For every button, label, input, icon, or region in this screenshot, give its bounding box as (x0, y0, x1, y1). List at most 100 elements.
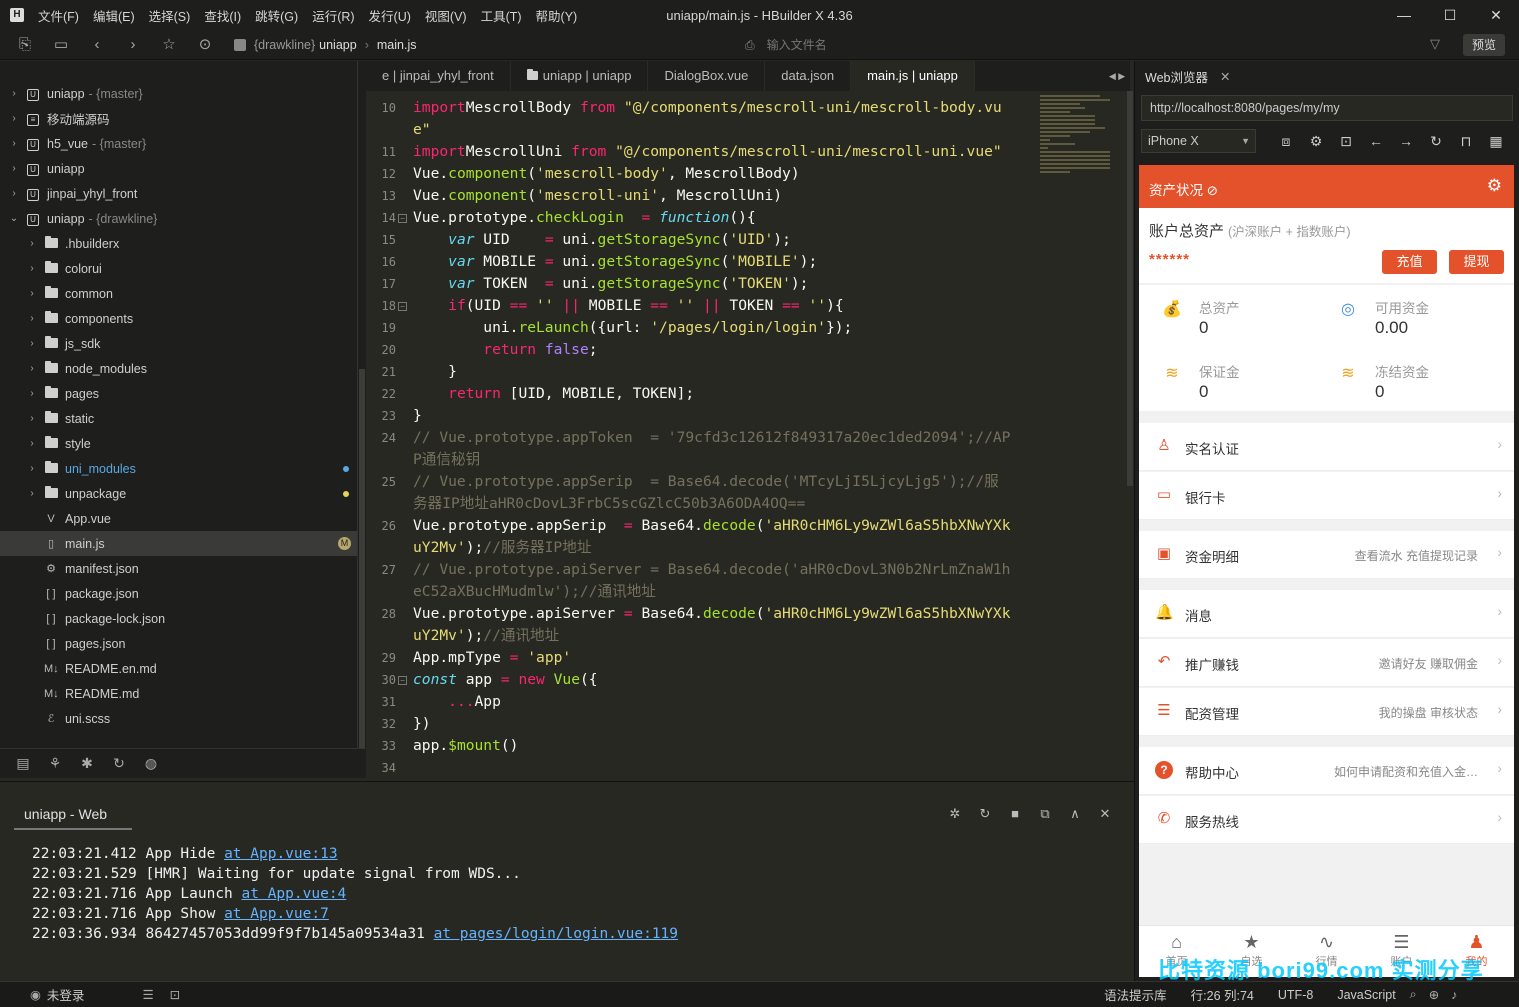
menu-item[interactable]: 工具(T) (481, 6, 522, 25)
stop-icon[interactable]: ■ (1000, 806, 1030, 822)
withdraw-button[interactable]: 提现 (1449, 250, 1504, 274)
menu-row[interactable]: 🔔 消息 › (1139, 590, 1514, 638)
lock-icon[interactable]: ⊓ (1451, 129, 1481, 153)
list-icon[interactable]: ☰ (142, 987, 153, 1002)
cursor-position[interactable]: 行:26 列:74 (1191, 985, 1254, 1004)
editor-tab[interactable]: data.json (765, 61, 852, 91)
tree-item-common[interactable]: › common (0, 281, 357, 306)
tree-item-package-json[interactable]: [ ] package.json (0, 581, 357, 606)
debug-icon[interactable]: ✱ (78, 755, 96, 772)
tree-item-manifest-json[interactable]: ⚙ manifest.json (0, 556, 357, 581)
forward-arrow-icon[interactable]: → (1391, 129, 1421, 153)
back-icon[interactable]: ‹ (86, 34, 108, 56)
menu-row[interactable]: ▭ 银行卡 › (1139, 472, 1514, 520)
fold-toggle-icon[interactable]: − (398, 676, 407, 685)
close-button[interactable]: ✕ (1473, 0, 1519, 30)
recharge-button[interactable]: 充值 (1382, 250, 1437, 274)
log-source-link[interactable]: at pages/login/login.vue:119 (434, 926, 678, 942)
console-title[interactable]: uniapp - Web (24, 806, 107, 822)
editor-tab[interactable]: uniapp | uniapp (511, 61, 649, 91)
search-icon[interactable]: ⌕ (1410, 987, 1417, 1002)
explorer-icon[interactable]: ▤ (14, 755, 32, 772)
save-icon[interactable]: ▭ (50, 34, 72, 56)
file-search-input[interactable] (766, 38, 1167, 52)
tree-item-app-vue[interactable]: V App.vue (0, 506, 357, 531)
tree-item-readme-en-md[interactable]: M↓ README.en.md (0, 656, 357, 681)
user-icon[interactable]: ◉ (30, 987, 41, 1002)
tree-item-h5-vue[interactable]: › Uh5_vue - {master} (0, 131, 357, 156)
tree-item-uni-modules[interactable]: › uni_modules (0, 456, 357, 481)
sidebar-scrollbar[interactable] (357, 61, 366, 749)
tree-item-node-modules[interactable]: › node_modules (0, 356, 357, 381)
tree-item-uniapp[interactable]: › Uuniapp - {master} (0, 81, 357, 106)
browser-tab-label[interactable]: Web浏览器 (1145, 67, 1208, 86)
terminal-icon[interactable]: ⊡ (170, 987, 180, 1002)
tree-item-uni-scss[interactable]: ℰuni.scss (0, 706, 357, 731)
editor-tab[interactable]: e | jinpai_yhyl_front (366, 61, 511, 91)
star-icon[interactable]: ☆ (158, 34, 180, 56)
menu-item[interactable]: 发行(U) (369, 6, 411, 25)
refresh-icon[interactable]: ↻ (1421, 129, 1451, 153)
git-icon[interactable]: ↻ (110, 755, 128, 772)
close-panel-icon[interactable]: ✕ (1090, 806, 1120, 822)
filter-icon[interactable]: ▽ (1430, 36, 1440, 52)
browser-tab[interactable]: Web浏览器 ✕ (1135, 61, 1230, 91)
tree-item-readme-md[interactable]: M↓ README.md (0, 681, 357, 706)
settings-icon[interactable]: ⚙ (1301, 129, 1331, 153)
debug-icon[interactable]: ✲ (940, 806, 970, 822)
menu-item[interactable]: 查找(I) (204, 6, 241, 25)
menu-item[interactable]: 文件(F) (38, 6, 79, 25)
menu-row[interactable]: ▣ 资金明细 查看流水 充值提现记录 › (1139, 531, 1514, 579)
syntax-hint[interactable]: 语法提示库 (1104, 985, 1167, 1004)
tree-item-static[interactable]: › static (0, 406, 357, 431)
menu-item[interactable]: 运行(R) (312, 6, 354, 25)
menu-row[interactable]: ? 帮助中心 如何申请配资和充值入金… › (1139, 747, 1514, 795)
clear-icon[interactable]: ⧉ (1030, 806, 1060, 822)
tree-item-pages-json[interactable]: [ ] pages.json (0, 631, 357, 656)
tree-item-uniapp[interactable]: ⌄ Uuniapp - {drawkline} (0, 206, 357, 231)
fold-toggle-icon[interactable]: − (398, 302, 407, 311)
tree-item-uniapp[interactable]: › Uuniapp (0, 156, 357, 181)
menu-row[interactable]: ✆ 服务热线 › (1139, 796, 1514, 844)
code-editor[interactable]: 10 importMescrollBody from "@/components/… (366, 91, 1126, 781)
tree-item-package-lock-json[interactable]: [ ] package-lock.json (0, 606, 357, 631)
tree-item-unpackage[interactable]: › unpackage (0, 481, 357, 506)
device-select[interactable]: iPhone X ▼ (1141, 129, 1256, 153)
menu-item[interactable]: 编辑(E) (93, 6, 135, 25)
menu-item[interactable]: 帮助(Y) (536, 6, 578, 25)
editor-tab[interactable]: DialogBox.vue (648, 61, 766, 91)
screenshot-icon[interactable]: ⧈ (1271, 129, 1301, 153)
minimize-button[interactable]: — (1381, 0, 1427, 30)
eye-off-icon[interactable]: ⊘ (1207, 183, 1218, 198)
tree-item-js-sdk[interactable]: › js_sdk (0, 331, 357, 356)
close-tab-icon[interactable]: ✕ (1220, 69, 1230, 84)
run-icon[interactable]: ⊙ (194, 34, 216, 56)
maximize-button[interactable]: ☐ (1427, 0, 1473, 30)
tree-item------[interactable]: › ≡ 移动端源码 (0, 106, 357, 131)
web-icon[interactable]: ◍ (142, 755, 160, 772)
menu-row[interactable]: ♙ 实名认证 › (1139, 423, 1514, 471)
tab-nav-arrows-icon[interactable]: ◀ ▶ (1101, 61, 1133, 91)
language-mode[interactable]: JavaScript (1337, 988, 1395, 1002)
tree-item-components[interactable]: › components (0, 306, 357, 331)
menu-item[interactable]: 视图(V) (425, 6, 467, 25)
menu-item[interactable]: 跳转(G) (255, 6, 298, 25)
tree-item-colorui[interactable]: › colorui (0, 256, 357, 281)
back-arrow-icon[interactable]: ← (1361, 129, 1391, 153)
gear-icon[interactable]: ⚙ (1487, 176, 1502, 196)
tree-item-pages[interactable]: › pages (0, 381, 357, 406)
qr-code-icon[interactable]: ▦ (1481, 129, 1511, 153)
restart-icon[interactable]: ↻ (970, 806, 1000, 822)
tree-item-style[interactable]: › style (0, 431, 357, 456)
breadcrumb-project[interactable]: uniapp (319, 38, 357, 52)
url-input[interactable] (1141, 95, 1513, 121)
tree-item-jinpai-yhyl-front[interactable]: › Ujinpai_yhyl_front (0, 181, 357, 206)
fold-toggle-icon[interactable]: − (398, 214, 407, 223)
login-status[interactable]: 未登录 (47, 985, 85, 1004)
collapse-icon[interactable]: ∧ (1060, 806, 1090, 822)
menu-row[interactable]: ↶ 推广赚钱 邀请好友 赚取佣金 › (1139, 639, 1514, 687)
log-source-link[interactable]: at App.vue:7 (224, 906, 329, 922)
devtools-icon[interactable]: ⊡ (1331, 129, 1361, 153)
download-icon[interactable]: ⊕ (1429, 987, 1439, 1002)
menu-item[interactable]: 选择(S) (149, 6, 191, 25)
